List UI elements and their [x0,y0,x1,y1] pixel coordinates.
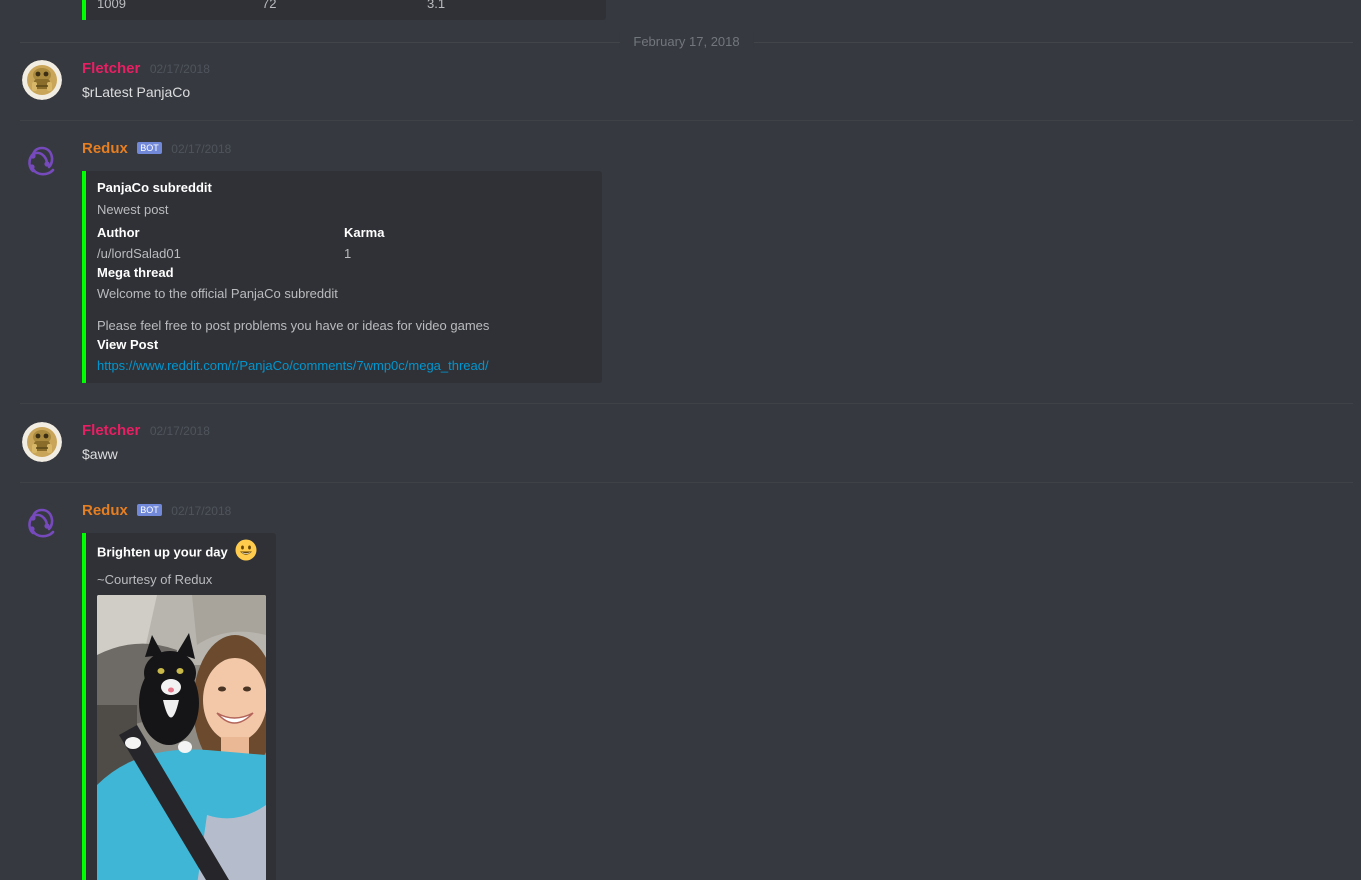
message[interactable]: Redux BOT 02/17/2018 PanjaCo subreddit N… [0,138,1361,388]
bot-tag: BOT [137,504,162,516]
embed-title: Brighten up your day [97,539,257,564]
message-header: Fletcher 02/17/2018 [82,59,210,79]
username[interactable]: Fletcher [82,59,140,79]
username[interactable]: Redux [82,139,128,159]
bot-tag: BOT [137,142,162,154]
timestamp: 02/17/2018 [149,424,210,438]
date-divider: February 17, 2018 [20,34,1353,49]
image-embed: Brighten up your day ~Courtesy of Redux [82,533,276,880]
date-divider-label: February 17, 2018 [619,34,754,49]
embed-title-text: Brighten up your day [97,544,228,560]
reddit-embed: PanjaCo subreddit Newest post Author /u/… [82,171,602,383]
message-content: $aww [82,446,118,462]
chat-messages[interactable]: 1009 72 3.1 February 17, 2018 Fletcher 0… [0,0,1361,880]
fletcher-avatar-icon [22,422,62,462]
smiley-emoji-icon [235,539,257,564]
message[interactable]: Fletcher 02/17/2018 $rLatest PanjaCo [0,58,1361,120]
embed-description: ~Courtesy of Redux [97,572,213,587]
embed-field-value: 3.1 [427,0,446,11]
message-content: $rLatest PanjaCo [82,84,191,100]
embed-field-value: 1009 [97,0,126,11]
embed-field-name: Mega thread [97,265,174,280]
view-post-link[interactable]: https://www.reddit.com/r/PanjaCo/comment… [97,358,489,373]
avatar[interactable] [22,60,62,100]
message-header: Fletcher 02/17/2018 [82,421,210,441]
girl-with-cat-photo-icon [97,595,266,880]
message[interactable]: Redux BOT 02/17/2018 Brighten up your da… [0,500,1361,880]
avatar[interactable] [22,140,62,180]
message-divider [20,403,1353,404]
previous-embed: 1009 72 3.1 [82,0,606,20]
embed-field-value: Welcome to the official PanjaCo subreddi… [97,286,338,301]
avatar[interactable] [22,502,62,542]
message-header: Redux BOT 02/17/2018 [82,139,231,159]
embed-field-name: View Post [97,337,159,352]
embed-field-value: 72 [262,0,277,11]
avatar[interactable] [22,422,62,462]
message[interactable]: Fletcher 02/17/2018 $aww [0,420,1361,482]
timestamp: 02/17/2018 [171,142,232,156]
embed-field-name: Karma [344,225,385,240]
embed-field-value: 1 [344,246,352,261]
fletcher-avatar-icon [22,60,62,100]
embed-title: PanjaCo subreddit [97,180,212,195]
embed-field-value: Please feel free to post problems you ha… [97,318,490,333]
timestamp: 02/17/2018 [171,504,232,518]
redux-logo-icon [22,502,62,542]
embed-field-name: Author [97,225,140,240]
redux-logo-icon [22,140,62,180]
embed-image[interactable] [97,595,266,880]
embed-field-value: /u/lordSalad01 [97,246,181,261]
message-header: Redux BOT 02/17/2018 [82,501,231,521]
embed-description: Newest post [97,202,169,217]
message-divider [20,120,1353,121]
username[interactable]: Fletcher [82,421,140,441]
message-divider [20,482,1353,483]
timestamp: 02/17/2018 [149,62,210,76]
username[interactable]: Redux [82,501,128,521]
